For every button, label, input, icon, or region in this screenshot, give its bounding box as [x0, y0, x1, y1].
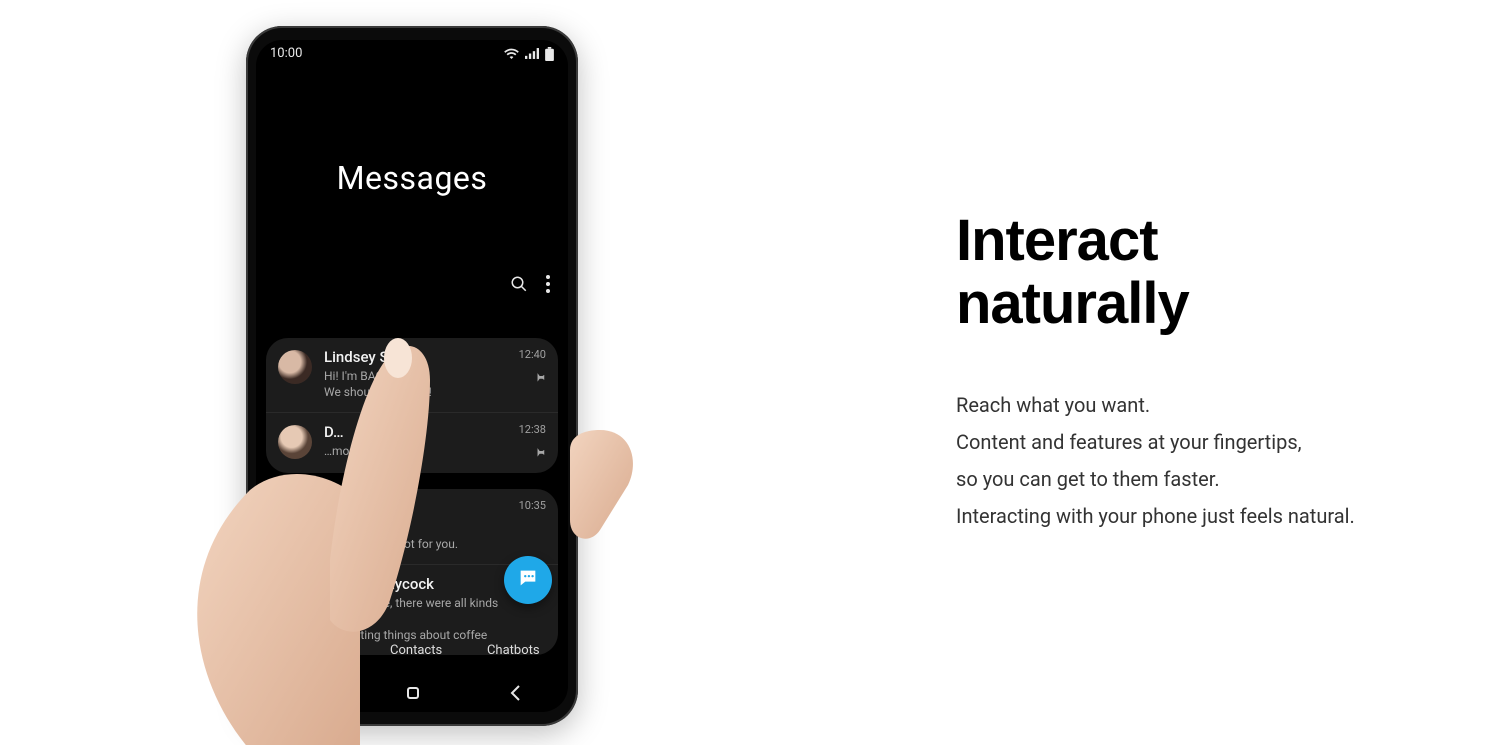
pinned-group: Lindsey Smith Hi! I'm BACK!!! We should …: [266, 338, 558, 473]
status-bar: 10:00: [256, 40, 568, 61]
android-navbar: [256, 674, 568, 712]
message-preview: Hi! I'm BACK!!! We should catch up!: [324, 368, 504, 400]
list-item[interactable]: D… …most interesting 12:38: [266, 413, 558, 473]
back-icon[interactable]: [510, 685, 522, 701]
compose-fab[interactable]: [504, 556, 552, 604]
contact-name: D…: [324, 423, 504, 441]
status-indicators: [504, 47, 554, 61]
status-time: 10:00: [270, 46, 302, 61]
list-item[interactable]: Lindsey Smith Hi! I'm BACK!!! We should …: [266, 338, 558, 413]
app-title: Messages: [256, 159, 568, 197]
pin-icon: [504, 371, 546, 386]
tab-conversations[interactable]: versations: [280, 637, 349, 666]
avatar: [278, 350, 312, 384]
avatar: [278, 425, 312, 459]
pin-icon: [504, 446, 546, 461]
message-preview: Alisa! …ee what I've got for you.: [324, 519, 504, 551]
message-preview: …most interesting: [324, 443, 504, 459]
body-line: Reach what you want.: [956, 387, 1446, 424]
recents-icon[interactable]: [302, 686, 316, 700]
hero-headline: Interact naturally: [956, 210, 1446, 335]
phone-screen: 10:00 Messages: [256, 40, 568, 712]
battery-icon: [545, 47, 554, 61]
headline-line: naturally: [956, 273, 1446, 336]
more-icon[interactable]: [546, 275, 550, 293]
body-line: Content and features at your fingertips,: [956, 424, 1446, 461]
body-line: so you can get to them faster.: [956, 461, 1446, 498]
wifi-icon: [504, 48, 519, 59]
list-item[interactable]: …ia Gray Alisa! …ee what I've got for yo…: [266, 489, 558, 564]
message-time: 12:40: [504, 348, 546, 361]
contact-name: Lindsey Smith: [324, 348, 504, 366]
hero-copy: Interact naturally Reach what you want. …: [956, 210, 1446, 535]
tab-contacts[interactable]: Contacts: [386, 637, 446, 666]
body-line: Interacting with your phone just feels n…: [956, 498, 1446, 535]
phone-frame: 10:00 Messages: [246, 26, 578, 726]
home-icon[interactable]: [407, 687, 419, 699]
message-time: 10:35: [504, 499, 546, 512]
signal-icon: [525, 48, 539, 59]
hero-body: Reach what you want. Content and feature…: [956, 387, 1446, 535]
search-icon[interactable]: [510, 275, 528, 293]
contact-name: Andrew Laycock: [324, 575, 504, 593]
bottom-tabs: versations Contacts Chatbots: [256, 629, 568, 674]
toolbar: [256, 275, 568, 293]
headline-line: Interact: [956, 210, 1446, 273]
message-time: 12:38: [504, 423, 546, 436]
tab-chatbots[interactable]: Chatbots: [483, 637, 544, 666]
compose-icon: [517, 567, 539, 593]
contact-name: …ia Gray: [324, 499, 504, 517]
